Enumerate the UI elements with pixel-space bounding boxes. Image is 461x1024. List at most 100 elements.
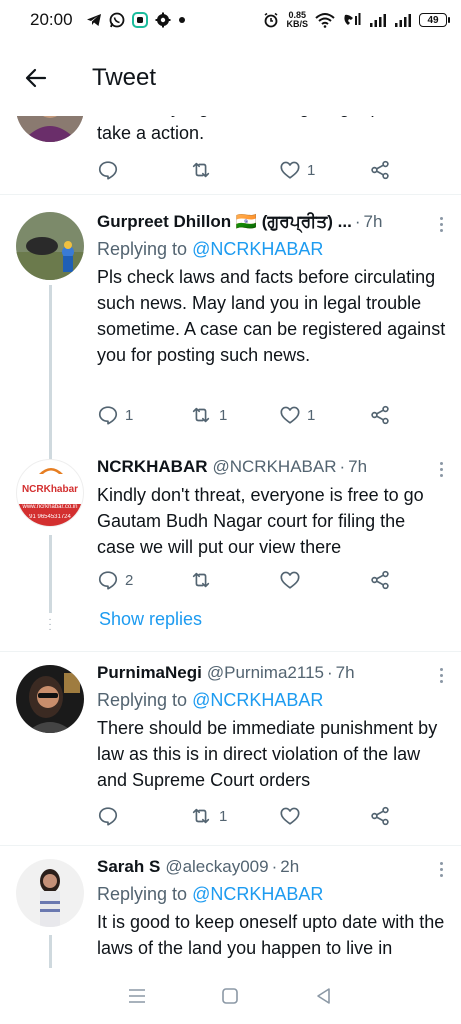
tweet-text: take a action. — [97, 123, 205, 143]
retweet-button[interactable]: 1 — [189, 404, 227, 426]
tweet-header: Sarah S @aleckay009 · 2h — [97, 857, 447, 881]
share-icon — [371, 570, 389, 590]
retweet-button[interactable] — [189, 159, 213, 181]
tweet-ncrkhabar[interactable]: NCRKhabar www.ncrkhabar.co.in 91 9654531… — [0, 447, 461, 653]
retweet-button[interactable]: 1 — [189, 805, 227, 827]
show-replies-link[interactable]: Show replies — [99, 609, 202, 630]
tweet-body: NCRKHABAR @NCRKHABAR · 7h Kindly don't t… — [97, 457, 447, 560]
tweet-text: It is good to keep oneself upto date wit… — [97, 912, 445, 958]
tweet-text: Kindly don't threat, everyone is free to… — [97, 485, 424, 557]
speed-unit: KB/S — [286, 19, 308, 29]
mention-link[interactable]: @NCRKHABAR — [192, 884, 323, 904]
reply-button[interactable] — [97, 159, 119, 181]
tweet-text: There should be immediate punishment by … — [97, 718, 438, 790]
timestamp: 7h — [335, 663, 355, 682]
avatar-logo-text: NCRKhabar — [21, 484, 79, 495]
recents-icon — [128, 989, 145, 1003]
wifi-icon — [315, 12, 335, 28]
more-options-icon[interactable] — [433, 457, 449, 481]
user-handle[interactable]: @NCRKHABAR — [213, 457, 337, 477]
like-button[interactable]: 1 — [279, 404, 315, 426]
share-icon — [371, 405, 389, 425]
timestamp: 7h — [348, 457, 368, 476]
avatar[interactable] — [16, 212, 84, 280]
recents-button[interactable] — [117, 976, 157, 1016]
mention-link[interactable]: @NCRKHABAR — [192, 690, 323, 710]
share-button[interactable] — [369, 805, 391, 827]
replying-to: Replying to @NCRKHABAR — [97, 884, 447, 905]
dot-icon — [178, 16, 186, 24]
timestamp: 7h — [363, 212, 383, 231]
replying-to: Replying to @NCRKHABAR — [97, 690, 447, 711]
more-options-icon[interactable] — [433, 857, 449, 881]
tweet-sarah[interactable]: Sarah S @aleckay009 · 2h Replying to @NC… — [0, 847, 461, 968]
home-button[interactable] — [210, 976, 250, 1016]
tweet-body: Gurpreet Dhillon 🇮🇳 (ਗੁਰਪ੍ਰੀਤ) ... · 7h … — [97, 212, 447, 368]
heart-icon — [280, 406, 300, 424]
dot-separator: · — [339, 457, 346, 476]
back-nav-button[interactable] — [304, 976, 344, 1016]
more-options-icon[interactable] — [433, 663, 449, 687]
reply-icon — [98, 807, 118, 826]
like-count: 1 — [307, 161, 316, 179]
more-options-icon[interactable] — [433, 212, 449, 236]
share-button[interactable] — [369, 569, 391, 591]
reply-count: 2 — [125, 571, 134, 589]
tweet-actions: 2 — [97, 565, 397, 595]
avatar[interactable] — [16, 665, 84, 733]
whatsapp-icon — [109, 12, 125, 28]
alarm-icon — [263, 12, 279, 28]
replies-feed[interactable]: Absolutely, right 👏 @umgbhagar please ta… — [0, 100, 461, 968]
tweet-body: PurnimaNegi @Purnima2115 · 7h Replying t… — [97, 663, 447, 793]
avatar-url-text: www.ncrkhabar.co.in — [22, 504, 78, 510]
avatar[interactable] — [16, 859, 84, 927]
reply-button[interactable]: 2 — [97, 569, 133, 591]
tweet-body: Sarah S @aleckay009 · 2h Replying to @NC… — [97, 857, 447, 961]
dot-separator: · — [326, 663, 333, 682]
reply-icon — [98, 161, 118, 180]
user-handle[interactable]: @Purnima2115 — [207, 663, 324, 683]
reply-button[interactable]: 1 — [97, 404, 133, 426]
tweet-actions: 1 — [97, 155, 397, 185]
dot-separator: · — [354, 212, 361, 231]
share-button[interactable] — [369, 159, 391, 181]
timestamp: 2h — [280, 857, 300, 876]
retweet-count: 1 — [219, 807, 228, 825]
reply-button[interactable] — [97, 805, 119, 827]
display-name[interactable]: NCRKHABAR — [97, 457, 208, 477]
thread-line — [49, 535, 52, 613]
status-bar: 20:00 0.85 KB/S 49 — [0, 0, 461, 40]
back-button[interactable] — [16, 58, 56, 98]
heart-icon — [280, 571, 300, 589]
reply-icon — [98, 571, 118, 590]
status-left: 20:00 — [30, 10, 186, 30]
tweet-gurpreet[interactable]: Gurpreet Dhillon 🇮🇳 (ਗੁਰਪ੍ਰੀਤ) ... · 7h … — [0, 195, 461, 495]
replying-to: Replying to @NCRKHABAR — [97, 239, 447, 260]
heart-icon — [280, 807, 300, 825]
retweet-icon — [192, 162, 210, 178]
retweet-button[interactable] — [189, 569, 213, 591]
user-handle[interactable]: @aleckay009 — [165, 857, 268, 877]
settings-gear-icon — [155, 12, 171, 28]
retweet-icon — [192, 572, 210, 588]
replying-to-label: Replying to — [97, 239, 193, 259]
signal-icon — [394, 13, 412, 27]
mention-link[interactable]: @NCRKHABAR — [192, 239, 323, 259]
retweet-count: 1 — [219, 406, 228, 424]
tweet-header: NCRKHABAR @NCRKHABAR · 7h — [97, 457, 447, 481]
replying-to-label: Replying to — [97, 690, 193, 710]
like-button[interactable]: 1 — [279, 159, 315, 181]
like-button[interactable] — [279, 569, 301, 591]
display-name[interactable]: PurnimaNegi — [97, 663, 202, 683]
thread-line — [49, 447, 52, 455]
share-button[interactable] — [369, 404, 391, 426]
like-button[interactable] — [279, 805, 301, 827]
display-name[interactable]: Gurpreet Dhillon 🇮🇳 (ਗੁਰਪ੍ਰੀਤ) ... — [97, 212, 352, 232]
divider — [0, 845, 461, 846]
reply-count: 1 — [125, 406, 134, 424]
display-name[interactable]: Sarah S — [97, 857, 160, 877]
heart-icon — [280, 161, 300, 179]
thread-continuation-dots: · · · — [48, 614, 52, 635]
tweet-purnimanegi[interactable]: PurnimaNegi @Purnima2115 · 7h Replying t… — [0, 653, 461, 847]
signal-icon — [369, 13, 387, 27]
